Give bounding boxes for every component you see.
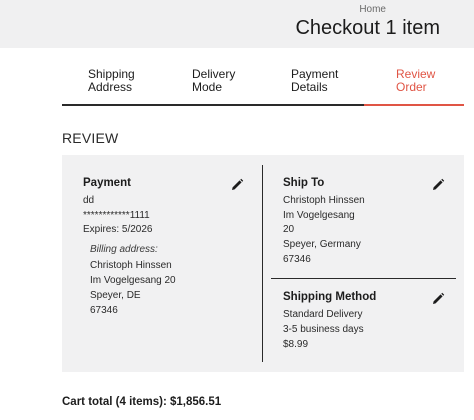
billing-address-label: Billing address: — [90, 244, 158, 255]
panel-horizontal-divider — [271, 278, 456, 279]
step-label-line2: Order — [396, 80, 427, 94]
payment-card-number: ************1111 — [83, 210, 150, 221]
shipping-method-duration: 3-5 business days — [283, 324, 364, 335]
pencil-icon — [433, 292, 445, 304]
ship-to-postcode: 67346 — [283, 254, 311, 265]
shipping-method-title: Shipping Method — [283, 291, 377, 303]
payment-title: Payment — [83, 177, 131, 189]
payment-name: dd — [83, 195, 95, 206]
step-review-order[interactable]: Review Order — [396, 68, 435, 94]
shipping-method-name: Standard Delivery — [283, 309, 363, 320]
step-delivery-mode[interactable]: Delivery Mode — [192, 68, 235, 94]
cart-total: Cart total (4 items): $1,856.51 — [62, 396, 222, 408]
step-shipping-address[interactable]: Shipping Address — [88, 68, 135, 94]
checkout-steps: Shipping Address Delivery Mode Payment D… — [62, 62, 464, 106]
ship-to-number: 20 — [283, 224, 295, 235]
step-label-line2: Details — [291, 80, 328, 94]
edit-ship-to-button[interactable] — [431, 178, 445, 192]
payment-expires: Expires: 5/2026 — [83, 224, 153, 235]
ship-to-name: Christoph Hinssen — [283, 195, 365, 206]
billing-name: Christoph Hinssen — [90, 260, 172, 271]
active-step-indicator — [364, 104, 464, 106]
billing-city: Speyer, DE — [90, 290, 141, 301]
page-title: Checkout 1 item — [295, 17, 440, 39]
edit-shipping-method-button[interactable] — [431, 292, 445, 306]
review-heading: REVIEW — [62, 130, 119, 146]
review-panel: Payment dd ************1111 Expires: 5/2… — [62, 155, 464, 372]
checkout-header: Home Checkout 1 item — [0, 0, 474, 48]
panel-vertical-divider — [262, 165, 263, 362]
ship-to-title: Ship To — [283, 177, 325, 189]
billing-postcode: 67346 — [90, 305, 118, 316]
ship-to-city: Speyer, Germany — [283, 239, 361, 250]
step-label-line2: Mode — [192, 80, 223, 94]
pencil-icon — [232, 178, 244, 190]
shipping-method-price: $8.99 — [283, 339, 309, 350]
ship-to-street: Im Vogelgesang — [283, 210, 355, 221]
billing-street: Im Vogelgesang 20 — [90, 275, 176, 286]
step-label-line2: Address — [88, 80, 133, 94]
pencil-icon — [433, 178, 445, 190]
breadcrumb-home[interactable]: Home — [359, 4, 386, 15]
edit-payment-button[interactable] — [230, 178, 244, 192]
step-payment-details[interactable]: Payment Details — [291, 68, 338, 94]
